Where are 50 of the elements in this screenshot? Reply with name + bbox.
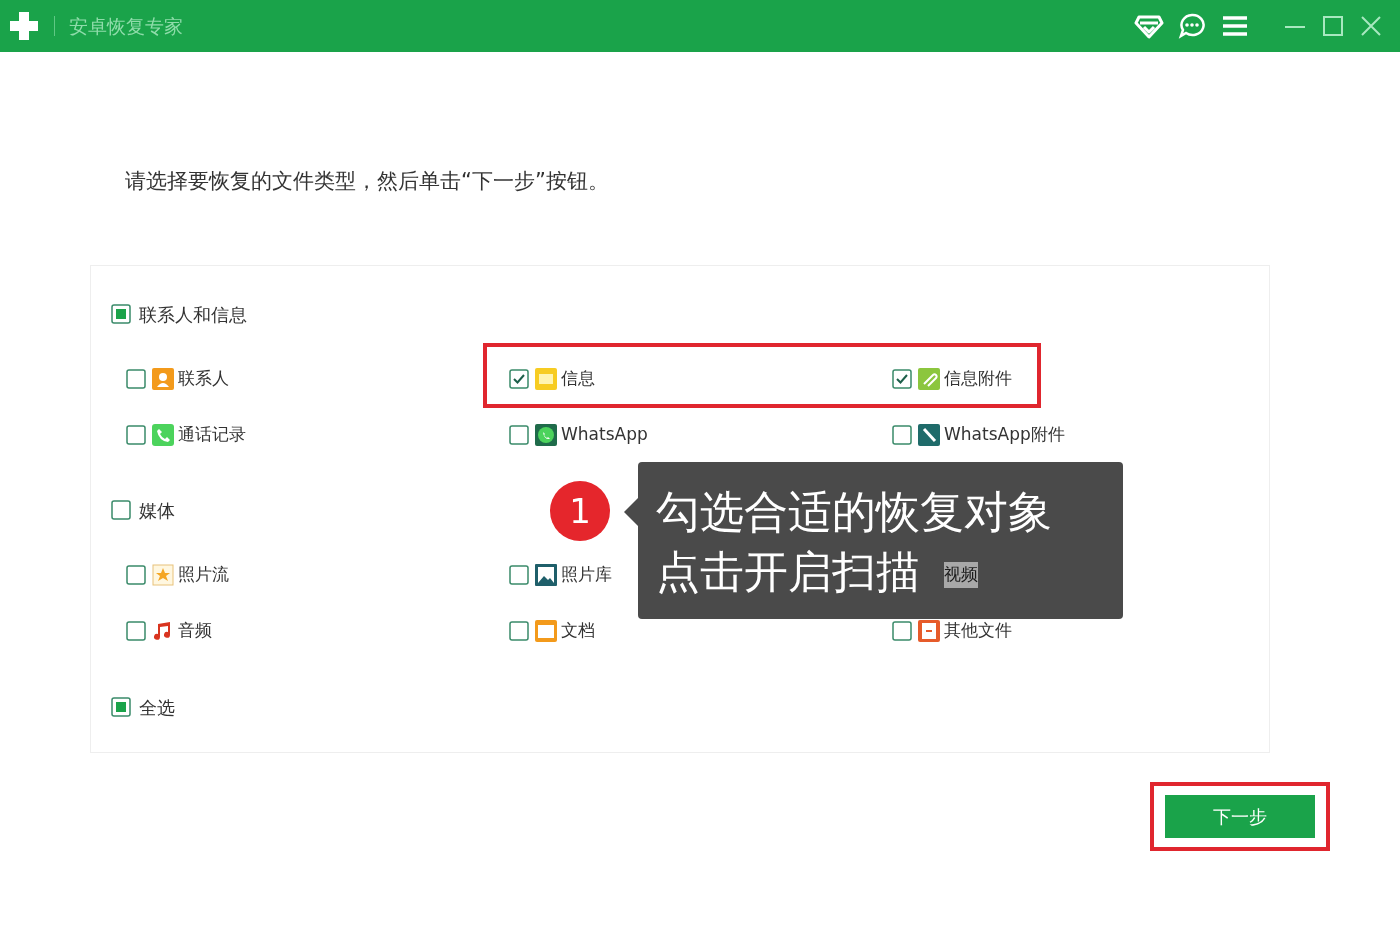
option-label[interactable]: 照片库 xyxy=(561,562,612,588)
message-icon xyxy=(535,368,557,390)
checkbox[interactable] xyxy=(111,304,131,324)
close-icon[interactable] xyxy=(1360,15,1382,37)
option-label[interactable]: 全选 xyxy=(139,693,175,721)
callout-text: 点击开启扫描 xyxy=(656,545,920,599)
option-label[interactable]: 联系人 xyxy=(178,366,229,392)
paperclip-icon xyxy=(918,368,940,390)
menu-icon[interactable] xyxy=(1222,15,1248,37)
file-icon xyxy=(918,620,940,642)
option-label[interactable]: 信息 xyxy=(561,366,595,392)
checkbox[interactable] xyxy=(509,621,529,641)
option-label[interactable]: 媒体 xyxy=(139,496,175,524)
option-label[interactable]: WhatsApp附件 xyxy=(944,422,1065,448)
plus-logo-icon xyxy=(8,10,40,42)
checkbox[interactable] xyxy=(509,369,529,389)
option-label[interactable]: 文档 xyxy=(561,618,595,644)
checkbox[interactable] xyxy=(509,425,529,445)
option-label[interactable]: 信息附件 xyxy=(944,366,1012,392)
chat-bubble-icon[interactable] xyxy=(1178,12,1206,40)
checkbox[interactable] xyxy=(126,621,146,641)
checkbox[interactable] xyxy=(111,697,131,717)
diamond-icon[interactable] xyxy=(1134,13,1164,39)
option-label[interactable]: 音频 xyxy=(178,618,212,644)
option-label[interactable]: WhatsApp xyxy=(561,422,648,448)
folder-icon xyxy=(535,620,557,642)
contact-card-icon xyxy=(152,368,174,390)
option-label[interactable]: 通话记录 xyxy=(178,422,246,448)
checkbox[interactable] xyxy=(892,621,912,641)
chat-phone-icon xyxy=(535,424,557,446)
callout-text: 勾选合适的恢复对象 xyxy=(656,485,1052,539)
checkbox[interactable] xyxy=(126,425,146,445)
option-label[interactable]: 联系人和信息 xyxy=(139,300,247,328)
attachment-icon xyxy=(918,424,940,446)
star-photo-icon xyxy=(152,564,174,586)
phone-icon xyxy=(152,424,174,446)
maximize-icon[interactable] xyxy=(1322,15,1344,37)
instruction-text: 请选择要恢复的文件类型，然后单击“下一步”按钮。 xyxy=(125,168,610,195)
checkbox[interactable] xyxy=(509,565,529,585)
checkbox[interactable] xyxy=(892,425,912,445)
step-number-badge: 1 xyxy=(550,481,610,541)
option-label[interactable]: 照片流 xyxy=(178,562,229,588)
checkbox[interactable] xyxy=(111,500,131,520)
checkbox[interactable] xyxy=(126,565,146,585)
image-icon xyxy=(535,564,557,586)
checkbox[interactable] xyxy=(892,369,912,389)
window-title: 安卓恢复专家 xyxy=(69,13,183,39)
option-label[interactable]: 其他文件 xyxy=(944,618,1012,644)
checkbox[interactable] xyxy=(126,369,146,389)
option-label[interactable]: 视频 xyxy=(944,562,978,588)
